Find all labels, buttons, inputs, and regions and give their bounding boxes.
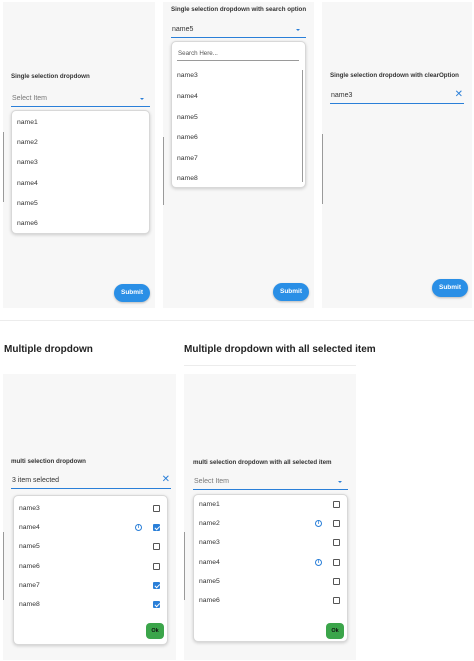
search-dropdown-field[interactable]: name5 — [171, 24, 306, 38]
menu-item[interactable]: name3 — [199, 539, 220, 546]
scrollbar[interactable] — [163, 137, 165, 205]
dropdown-menu: name1 name2 i name3 name4 i name5 name6 … — [193, 494, 348, 642]
menu-item[interactable]: name3 — [177, 72, 198, 79]
menu-item[interactable]: name1 — [17, 119, 38, 126]
checkbox-icon[interactable] — [153, 582, 160, 589]
ok-button[interactable]: Ok — [146, 623, 164, 639]
dropdown-menu: Search Here... name3 name4 name5 name6 n… — [171, 41, 306, 188]
submit-button[interactable]: Submit — [432, 279, 468, 297]
submit-button[interactable]: Submit — [114, 284, 150, 302]
menu-item[interactable]: name6 — [177, 134, 198, 141]
checkbox-icon[interactable] — [153, 601, 160, 608]
menu-item[interactable]: name6 — [199, 597, 220, 604]
menu-item[interactable]: name2 — [199, 520, 220, 527]
scrollbar[interactable] — [3, 132, 5, 202]
menu-item[interactable]: name8 — [177, 175, 198, 182]
menu-scrollbar[interactable] — [302, 70, 304, 182]
panel-clear-dropdown: Single selection dropdown with clearOpti… — [322, 2, 472, 308]
checkbox-icon[interactable] — [153, 563, 160, 570]
divider — [184, 365, 356, 366]
menu-item[interactable]: name6 — [17, 220, 38, 227]
section-heading-multiple-all: Multiple dropdown with all selected item — [184, 344, 376, 355]
close-icon[interactable]: ✕ — [455, 89, 463, 101]
menu-item[interactable]: name4 — [19, 524, 40, 531]
info-icon[interactable]: i — [135, 524, 142, 531]
scrollbar[interactable] — [3, 532, 5, 600]
menu-item[interactable]: name1 — [199, 501, 220, 508]
panel-single-dropdown: Single selection dropdown Select Item na… — [3, 2, 155, 308]
close-icon[interactable]: ✕ — [162, 474, 170, 486]
checkbox-icon[interactable] — [333, 539, 340, 546]
panel-search-dropdown: Single selection dropdown with search op… — [163, 2, 314, 308]
section-heading-multiple: Multiple dropdown — [4, 344, 93, 355]
scrollbar[interactable] — [322, 134, 324, 204]
search-input[interactable]: Search Here... — [177, 48, 299, 61]
ok-button[interactable]: Ok — [326, 623, 344, 639]
menu-item[interactable]: name3 — [17, 159, 38, 166]
menu-item[interactable]: name4 — [17, 180, 38, 187]
divider — [0, 320, 474, 321]
multi-dropdown-field[interactable]: 3 item selected ✕ — [11, 474, 171, 489]
checkbox-icon[interactable] — [333, 501, 340, 508]
chevron-down-icon[interactable] — [338, 481, 342, 483]
clear-dropdown-field[interactable]: name3 ✕ — [330, 89, 464, 104]
menu-item[interactable]: name4 — [177, 93, 198, 100]
menu-item[interactable]: name2 — [17, 139, 38, 146]
field-label: Single selection dropdown with clearOpti… — [330, 72, 459, 79]
checkbox-icon[interactable] — [333, 559, 340, 566]
selected-value: name3 — [331, 92, 353, 99]
menu-item[interactable]: name6 — [19, 563, 40, 570]
dropdown-menu: name1 name2 name3 name4 name5 name6 — [11, 110, 150, 234]
menu-item[interactable]: name5 — [17, 200, 38, 207]
checkbox-icon[interactable] — [333, 578, 340, 585]
selected-value: name5 — [172, 26, 194, 33]
submit-button[interactable]: Submit — [273, 283, 309, 301]
menu-item[interactable]: name7 — [19, 582, 40, 589]
field-label: Single selection dropdown with search op… — [171, 6, 307, 13]
field-label: Single selection dropdown — [11, 73, 90, 80]
scrollbar[interactable] — [184, 532, 186, 600]
checkbox-icon[interactable] — [333, 597, 340, 604]
checkbox-icon[interactable] — [153, 543, 160, 550]
selected-count: 3 item selected — [12, 477, 60, 484]
panel-multi-all-dropdown: multi selection dropdown with all select… — [184, 374, 356, 660]
menu-item[interactable]: name5 — [199, 578, 220, 585]
menu-item[interactable]: name5 — [19, 543, 40, 550]
panel-multi-dropdown: multi selection dropdown 3 item selected… — [3, 374, 176, 660]
field-label: multi selection dropdown with all select… — [193, 459, 332, 466]
menu-item[interactable]: name5 — [177, 114, 198, 121]
placeholder-text: Select Item — [12, 95, 48, 102]
chevron-down-icon[interactable] — [140, 98, 144, 100]
single-dropdown-field[interactable]: Select Item — [11, 93, 150, 107]
placeholder-text: Select Item — [194, 478, 230, 485]
menu-item[interactable]: name3 — [19, 505, 40, 512]
info-icon[interactable]: i — [315, 520, 322, 527]
checkbox-icon[interactable] — [333, 520, 340, 527]
checkbox-icon[interactable] — [153, 524, 160, 531]
multi-all-dropdown-field[interactable]: Select Item — [193, 476, 348, 490]
chevron-down-icon[interactable] — [296, 29, 300, 31]
menu-item[interactable]: name8 — [19, 601, 40, 608]
dropdown-menu: name3 name4 i name5 name6 name7 name8 Ok — [13, 495, 168, 645]
field-label: multi selection dropdown — [11, 458, 86, 465]
info-icon[interactable]: i — [315, 559, 322, 566]
checkbox-icon[interactable] — [153, 505, 160, 512]
menu-item[interactable]: name4 — [199, 559, 220, 566]
menu-item[interactable]: name7 — [177, 155, 198, 162]
